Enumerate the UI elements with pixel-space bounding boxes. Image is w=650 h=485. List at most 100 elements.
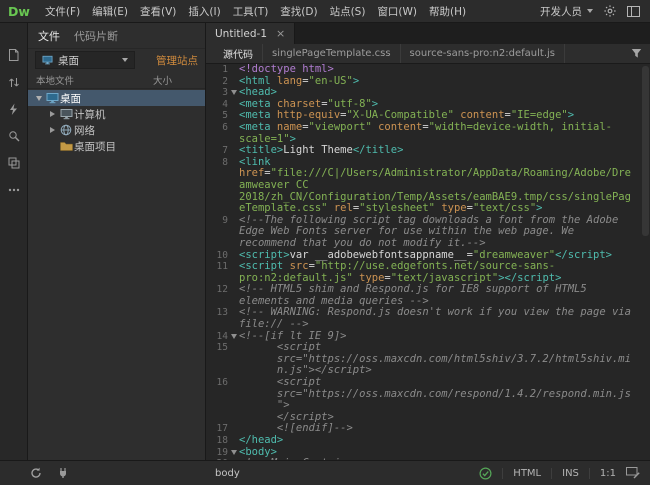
file-management-icon[interactable] (5, 74, 23, 90)
tree-item[interactable]: 计算机 (28, 106, 205, 122)
tree-item[interactable]: 桌面项目 (28, 138, 205, 154)
fold-gutter (228, 238, 239, 250)
column-size[interactable]: 大小 (153, 73, 197, 87)
menubar-right: 开发人员 (540, 4, 650, 19)
line-number (206, 319, 228, 331)
fold-gutter (228, 64, 239, 76)
fold-gutter (228, 423, 239, 435)
workspace-switcher[interactable]: 开发人员 (540, 4, 593, 19)
code-fold-icon[interactable] (228, 331, 239, 343)
code-fold-icon[interactable] (228, 447, 239, 459)
menu-item[interactable]: 文件(F) (39, 0, 86, 22)
customize-toolbar-icon[interactable] (5, 182, 23, 198)
lint-ok-icon[interactable] (479, 467, 492, 480)
code-row: 4<meta charset="utf-8"> (206, 99, 650, 111)
collapse-icon[interactable] (33, 96, 44, 101)
tab-files[interactable]: 文件 (38, 28, 60, 44)
inspect-icon[interactable] (5, 128, 23, 144)
fold-gutter (228, 435, 239, 447)
dreamweaver-window: Dw 文件(F)编辑(E)查看(V)插入(I)工具(T)查找(D)站点(S)窗口… (0, 0, 650, 485)
line-number (206, 400, 228, 412)
code-row: 17 <![endif]--> (206, 423, 650, 435)
menu-item[interactable]: 帮助(H) (423, 0, 472, 22)
fold-gutter (228, 389, 239, 401)
menu-item[interactable]: 查找(D) (274, 0, 323, 22)
fold-gutter (228, 412, 239, 424)
fold-gutter (228, 365, 239, 377)
manage-sites-link[interactable]: 管理站点 (156, 53, 198, 68)
line-number: 4 (206, 99, 228, 111)
menu-item[interactable]: 窗口(W) (371, 0, 423, 22)
fold-gutter (228, 261, 239, 273)
code-row: 18</head> (206, 435, 650, 447)
chevron-down-icon (122, 58, 128, 62)
document-tab[interactable]: Untitled-1 × (206, 23, 295, 44)
code-row: Edge Web Fonts server for use within the… (206, 226, 650, 238)
menu-item[interactable]: 编辑(E) (86, 0, 134, 22)
document-tabbar: Untitled-1 × (206, 23, 650, 44)
related-files: 源代码singlePageTemplate.csssource-sans-pro… (214, 44, 565, 63)
refresh-icon[interactable] (30, 467, 42, 479)
related-files-bar: 源代码singlePageTemplate.csssource-sans-pro… (206, 44, 650, 64)
code-fold-icon[interactable] (228, 87, 239, 99)
related-file[interactable]: singlePageTemplate.css (263, 44, 401, 63)
tab-snippets[interactable]: 代码片断 (74, 28, 118, 44)
code-view[interactable]: 1<!doctype html>2<html lang="en-US">3<he… (206, 64, 650, 460)
files-panel-tabs: 文件 代码片断 (28, 23, 205, 49)
folder-icon (58, 141, 74, 152)
vertical-scrollbar[interactable] (642, 66, 649, 236)
expand-icon[interactable] (47, 127, 58, 133)
menu-item[interactable]: 查看(V) (134, 0, 182, 22)
related-file[interactable]: source-sans-pro:n2:default.js (401, 44, 565, 63)
fold-gutter (228, 354, 239, 366)
code-row: 11<script src="http://use.edgefonts.net/… (206, 261, 650, 273)
tree-item[interactable]: 网络 (28, 122, 205, 138)
fold-gutter (228, 122, 239, 134)
line-number: 16 (206, 377, 228, 389)
site-selector-dropdown[interactable]: 桌面 (35, 51, 135, 69)
window-layout-icon[interactable] (627, 6, 640, 17)
fold-gutter (228, 400, 239, 412)
code-row: 13<!-- WARNING: Respond.js doesn't work … (206, 307, 650, 319)
menu-item[interactable]: 插入(I) (182, 0, 226, 22)
column-local-files[interactable]: 本地文件 (36, 73, 74, 87)
doc-type-indicator[interactable]: HTML (513, 468, 541, 479)
line-number: 13 (206, 307, 228, 319)
desktop-icon (44, 92, 60, 104)
code-row: elements and media queries --> (206, 296, 650, 308)
related-file[interactable]: 源代码 (214, 44, 263, 63)
live-preview-icon[interactable] (626, 467, 640, 479)
code-row: 8<link (206, 157, 650, 169)
workspace-label: 开发人员 (540, 4, 582, 19)
connect-server-icon[interactable] (57, 467, 69, 479)
gear-icon[interactable] (604, 5, 616, 17)
close-tab-icon[interactable]: × (276, 28, 285, 39)
cc-libraries-icon[interactable] (5, 155, 23, 171)
line-number: 9 (206, 215, 228, 227)
desktop-icon (42, 55, 53, 65)
fold-gutter (228, 157, 239, 169)
tag-selector-body[interactable]: body (205, 468, 240, 479)
fold-gutter (228, 110, 239, 122)
fold-gutter (228, 342, 239, 354)
divider (502, 468, 503, 479)
tree-item[interactable]: 桌面 (28, 90, 205, 106)
open-documents-icon[interactable] (5, 47, 23, 63)
insert-mode-indicator[interactable]: INS (562, 468, 579, 479)
expand-icon[interactable] (47, 111, 58, 117)
filter-related-files-icon[interactable] (631, 48, 650, 59)
fold-gutter (228, 145, 239, 157)
code-row: n.js"></script> (206, 365, 650, 377)
code-row: 2<html lang="en-US"> (206, 76, 650, 88)
menu-item[interactable]: 站点(S) (324, 0, 372, 22)
document-tab-title: Untitled-1 (215, 28, 267, 40)
code-row: "> (206, 400, 650, 412)
menu-items: 文件(F)编辑(E)查看(V)插入(I)工具(T)查找(D)站点(S)窗口(W)… (39, 0, 472, 22)
line-number: 12 (206, 284, 228, 296)
fold-gutter (228, 296, 239, 308)
files-panel-footer (0, 467, 205, 479)
menu-item[interactable]: 工具(T) (227, 0, 275, 22)
code-row: amweaver CC (206, 180, 650, 192)
fold-gutter (228, 134, 239, 146)
live-view-icon[interactable] (5, 101, 23, 117)
